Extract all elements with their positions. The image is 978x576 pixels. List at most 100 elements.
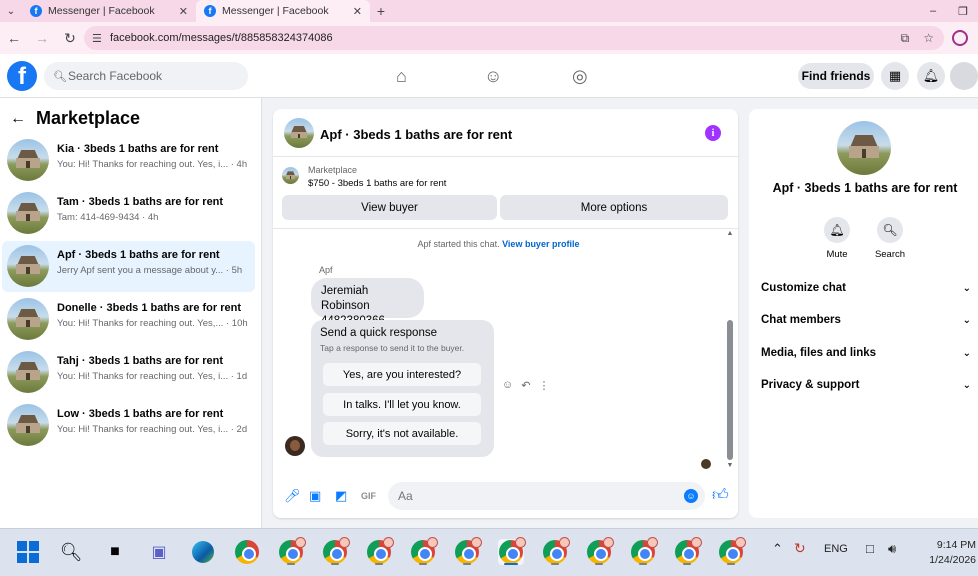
chrome-profile-icon-active[interactable] <box>498 537 526 565</box>
chrome-profile-icon[interactable] <box>718 537 746 565</box>
notifications-bell-icon[interactable]: 🔔︎ <box>917 62 945 90</box>
back-arrow-icon[interactable]: ← <box>10 110 26 128</box>
site-info-icon[interactable]: ☰ <box>92 32 102 45</box>
more-vertical-icon[interactable]: ⋮ <box>538 379 549 392</box>
friends-icon[interactable]: ☺ <box>484 66 502 87</box>
emoji-icon[interactable]: ☺ <box>684 489 698 503</box>
volume-icon[interactable]: 🔊︎ <box>888 541 896 557</box>
back-icon[interactable]: ← <box>0 30 28 46</box>
chrome-profile-icon[interactable] <box>322 537 350 565</box>
edge-browser-icon[interactable] <box>190 539 216 565</box>
taskbar-clock[interactable]: 9:14 PM 1/24/2026 <box>910 538 976 568</box>
browser-tab[interactable]: f Messenger | Facebook ✕ <box>22 0 196 22</box>
chrome-profile-icon[interactable] <box>366 537 394 565</box>
conversation-item[interactable]: Low · 3beds 1 baths are for rent You: Hi… <box>2 400 255 451</box>
conversation-item-active[interactable]: Apf · 3beds 1 baths are for rent Jerry A… <box>2 241 255 292</box>
info-icon[interactable]: i <box>705 125 721 141</box>
privacy-support-section[interactable]: Privacy & support ⌄ <box>761 374 971 396</box>
network-icon[interactable]: □ <box>866 541 874 556</box>
menu-grid-icon[interactable]: ▦ <box>881 62 909 90</box>
account-avatar[interactable] <box>950 62 978 90</box>
conversation-title: Kia · 3beds 1 baths are for rent <box>57 143 219 155</box>
conversation-item[interactable]: Donelle · 3beds 1 baths are for rent You… <box>2 294 255 345</box>
reply-icon[interactable]: ↶ <box>521 379 530 392</box>
tab-search-icon[interactable]: ⌄ <box>0 0 22 22</box>
start-windows-icon[interactable] <box>15 539 41 565</box>
gif-icon[interactable]: GIF <box>361 491 376 501</box>
search-facebook-input[interactable]: 🔍︎ Search Facebook <box>44 62 248 90</box>
forward-icon[interactable]: → <box>28 30 56 46</box>
chat-scrollbar[interactable]: ▲ ▼ <box>726 230 734 470</box>
facebook-favicon-icon: f <box>204 5 216 17</box>
facebook-logo-icon[interactable]: f <box>7 61 37 91</box>
conversation-snippet: Jerry Apf sent you a message about y... … <box>57 265 243 276</box>
react-emoji-icon[interactable]: ☺ <box>502 379 513 392</box>
chat-title[interactable]: Apf · 3beds 1 baths are for rent <box>320 127 512 142</box>
chrome-profile-icon[interactable] <box>542 537 570 565</box>
scroll-down-icon[interactable]: ▼ <box>726 462 734 469</box>
sync-icon[interactable]: ↻ <box>794 540 806 557</box>
minimize-icon[interactable]: – <box>918 0 948 22</box>
install-app-icon[interactable]: ⧉ <box>901 31 910 46</box>
language-indicator[interactable]: ENG <box>824 543 848 555</box>
bookmark-star-icon[interactable]: ☆ <box>923 31 934 46</box>
conversation-item[interactable]: Tahj · 3beds 1 baths are for rent You: H… <box>2 347 255 398</box>
message-bubble: Jeremiah Robinson 4482380366 <box>311 278 424 327</box>
browser-tab-active[interactable]: f Messenger | Facebook ✕ <box>196 0 370 22</box>
conversation-item[interactable]: Tam · 3beds 1 baths are for rent Tam: 41… <box>2 188 255 239</box>
sidebar-title: Marketplace <box>36 108 141 128</box>
conversation-item[interactable]: Kia · 3beds 1 baths are for rent You: Hi… <box>2 135 255 186</box>
photo-icon[interactable]: ▣ <box>309 488 321 504</box>
close-tab-icon[interactable]: ✕ <box>353 5 362 18</box>
teams-meet-icon[interactable]: ▣ <box>146 539 172 565</box>
message-line: Jeremiah Robinson <box>321 285 370 312</box>
tab-title: Messenger | Facebook <box>222 5 329 17</box>
quick-response-option[interactable]: Yes, are you interested? <box>323 363 481 386</box>
browser-profile-icon[interactable] <box>952 30 968 46</box>
reload-icon[interactable]: ↻ <box>56 30 84 47</box>
omnibox-actions: ⧉ ☆ <box>901 31 934 46</box>
message-input[interactable] <box>388 482 705 510</box>
listing-thumbnail <box>7 245 49 287</box>
marketplace-sidebar: ← Marketplace Kia · 3beds 1 baths are fo… <box>0 98 262 528</box>
system-message-text: Apf started this chat. <box>417 239 500 249</box>
chrome-profile-icon[interactable] <box>586 537 614 565</box>
more-options-button[interactable]: More options <box>500 195 728 220</box>
chat-members-section[interactable]: Chat members ⌄ <box>761 309 971 331</box>
quick-response-card: Send a quick response Tap a response to … <box>311 320 494 457</box>
search-icon[interactable]: 🔍︎ <box>58 539 84 565</box>
new-tab-icon[interactable]: + <box>370 0 392 22</box>
mute-button[interactable]: 🔔︎ Mute <box>812 217 862 260</box>
sender-avatar[interactable] <box>285 436 305 456</box>
customize-chat-section[interactable]: Customize chat ⌄ <box>761 277 971 299</box>
task-view-icon[interactable]: ■ <box>102 539 128 565</box>
home-icon[interactable]: ⌂ <box>396 66 407 87</box>
chat-thumbnail[interactable] <box>284 118 314 148</box>
search-chat-button[interactable]: 🔍︎ Search <box>865 217 915 260</box>
find-friends-button[interactable]: Find friends <box>798 63 874 89</box>
scroll-thumb[interactable] <box>727 320 733 460</box>
chrome-icon[interactable] <box>234 539 260 565</box>
quick-response-option[interactable]: In talks. I'll let you know. <box>323 393 481 416</box>
like-thumb-icon[interactable]: 👍︎ <box>712 486 729 505</box>
media-files-links-section[interactable]: Media, files and links ⌄ <box>761 342 971 364</box>
clock-time: 9:14 PM <box>936 539 976 551</box>
listing-thumbnail <box>7 351 49 393</box>
view-buyer-button[interactable]: View buyer <box>282 195 497 220</box>
sticker-icon[interactable]: ◩ <box>335 488 347 504</box>
groups-icon[interactable]: ◎ <box>572 66 588 87</box>
chrome-profile-icon[interactable] <box>454 537 482 565</box>
microphone-icon[interactable]: 🎤︎ <box>284 488 301 504</box>
close-tab-icon[interactable]: ✕ <box>179 5 188 18</box>
chrome-profile-icon[interactable] <box>278 537 306 565</box>
chrome-profile-icon[interactable] <box>410 537 438 565</box>
address-bar[interactable]: ☰ facebook.com/messages/t/88585832437408… <box>84 26 944 50</box>
chrome-profile-icon[interactable] <box>630 537 658 565</box>
scroll-up-icon[interactable]: ▲ <box>726 230 734 237</box>
chrome-profile-icon[interactable] <box>674 537 702 565</box>
restore-icon[interactable]: ❐ <box>948 0 978 22</box>
conversation-title: Tam · 3beds 1 baths are for rent <box>57 196 224 208</box>
view-buyer-profile-link[interactable]: View buyer profile <box>502 239 579 249</box>
tray-overflow-chevron-icon[interactable]: ⌃ <box>772 541 783 557</box>
quick-response-option[interactable]: Sorry, it's not available. <box>323 422 481 445</box>
